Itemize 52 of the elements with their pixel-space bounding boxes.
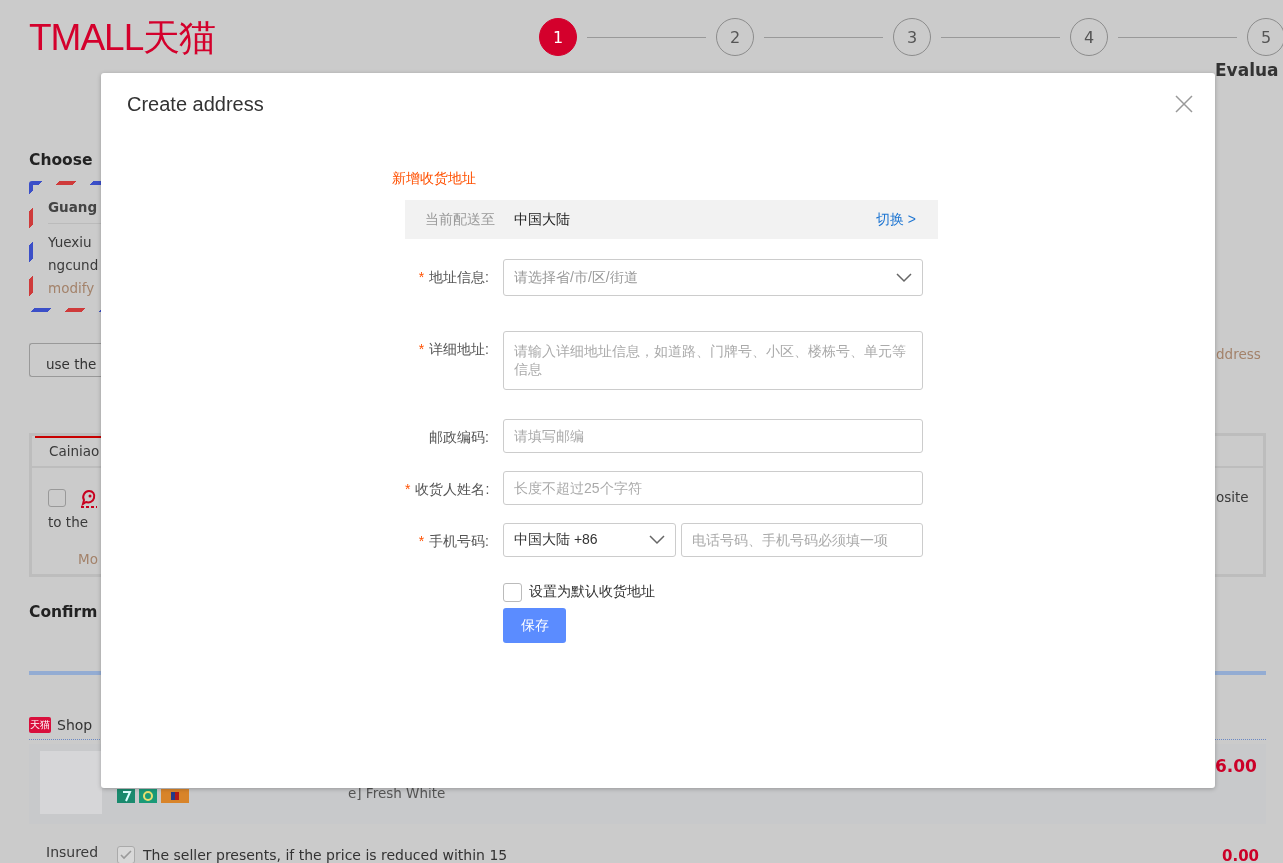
text-field[interactable]: 请填写邮编 — [503, 419, 923, 453]
delivery-text: to the — [48, 513, 89, 531]
insurance-text: The seller presents, if the price is reduced within 15 — [143, 846, 508, 863]
delivery-text: osite — [1215, 488, 1250, 507]
form-heading: 新增收货地址 — [392, 169, 477, 188]
address-text: Yuexiu — [48, 233, 93, 252]
required-mark: * — [418, 341, 425, 357]
price: 6.00 — [1215, 755, 1258, 776]
region-label: 当前配送至 — [425, 210, 495, 229]
section-heading: Choose — [29, 150, 94, 170]
checkbox[interactable] — [503, 582, 522, 602]
switch-link[interactable]: 切换 > — [875, 210, 916, 229]
step-label: Evalua — [1215, 60, 1279, 80]
field-label: 邮政编码: — [429, 429, 489, 445]
country-code-dropdown[interactable]: 中国大陆 +86 — [503, 523, 676, 557]
dialog-title: Create address — [127, 92, 264, 116]
manage-address-link[interactable]: ddress — [1215, 343, 1283, 362]
text-field[interactable]: 长度不超过25个字符 — [503, 471, 923, 505]
close-icon — [1175, 95, 1193, 113]
step-circle: 1 — [539, 18, 577, 56]
checkbox[interactable] — [48, 489, 66, 507]
bird-icon — [80, 488, 98, 508]
price: 0.00 — [1221, 846, 1260, 863]
required-mark: * — [405, 481, 411, 497]
field-label: 收货人姓名: — [415, 481, 490, 497]
save-button[interactable]: 保存 — [503, 608, 566, 643]
field-label: 地址信息: — [429, 269, 489, 285]
service-icon — [161, 789, 189, 803]
required-mark: * — [418, 269, 425, 285]
field-label: 详细地址: — [429, 341, 489, 357]
photo-placeholder — [40, 751, 102, 814]
phone-field[interactable]: 电话号码、手机号码必须填一项 — [681, 523, 923, 557]
logo[interactable]: TMALL天猫 — [29, 18, 254, 58]
address-text: ngcund — [48, 256, 100, 275]
checkbox[interactable] — [117, 845, 135, 863]
field-label: 手机号码: — [429, 533, 489, 549]
address-dropdown[interactable]: 请选择省/市/区/街道 — [503, 259, 923, 296]
shop-badge: 天猫 — [29, 717, 51, 733]
service-icon — [117, 789, 135, 803]
chevron-down-icon — [649, 535, 665, 545]
check-icon — [120, 849, 132, 860]
more-link[interactable]: Mo — [78, 551, 101, 567]
chevron-down-icon — [896, 272, 912, 283]
service-icon — [139, 789, 157, 803]
shop-name[interactable]: Shop — [57, 717, 93, 733]
address-textarea[interactable]: 请输入详细地址信息，如道路、门牌号、小区、楼栋号、单元等信息 — [503, 331, 923, 390]
required-mark: * — [418, 533, 425, 549]
section-heading: Confirm — [29, 602, 99, 622]
region-value: 中国大陆 — [514, 210, 570, 229]
checkbox-label: 设置为默认收货地址 — [529, 583, 655, 601]
insured-label: Insured — [45, 844, 100, 862]
use-address-button[interactable]: use the — [29, 343, 101, 377]
